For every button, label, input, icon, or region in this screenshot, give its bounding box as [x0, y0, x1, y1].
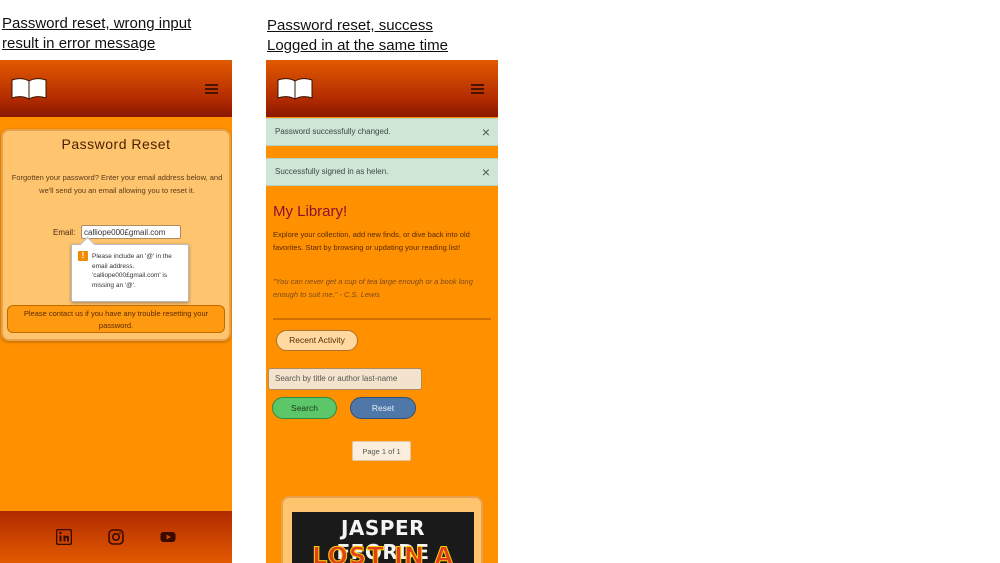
alert-password-changed: Password successfully changed. ×	[266, 118, 498, 146]
library-quote: "You can never get a cup of tea large en…	[273, 277, 473, 299]
recent-activity-button[interactable]: Recent Activity	[276, 330, 358, 351]
divider	[273, 318, 491, 320]
page-title: Password Reset	[61, 136, 171, 152]
validation-tooltip: ! Please include an '@' in the email add…	[71, 244, 189, 302]
warning-icon: !	[78, 251, 88, 261]
caption-left: Password reset, wrong input result in er…	[2, 14, 191, 54]
page-title: My Library!	[273, 203, 348, 220]
search-button[interactable]: Search	[272, 397, 337, 419]
navbar	[266, 60, 498, 117]
book-cover-image[interactable]: JASPER FFORDE LOST IN A	[292, 512, 474, 563]
contact-us-button[interactable]: Please contact us if you have any troubl…	[7, 305, 225, 333]
phone-screen-library: Password successfully changed. × Success…	[266, 60, 498, 563]
hamburger-menu-icon[interactable]	[205, 84, 218, 94]
email-label: Email:	[53, 228, 76, 237]
book-logo-icon[interactable]	[10, 76, 48, 102]
caption-line: result in error message	[2, 35, 156, 52]
book-logo-icon[interactable]	[276, 76, 314, 102]
book-card[interactable]: JASPER FFORDE LOST IN A	[281, 496, 483, 563]
cover-title: LOST IN A	[312, 542, 454, 563]
close-icon[interactable]: ×	[482, 119, 490, 145]
caption-line: Logged in at the same time	[267, 37, 448, 54]
search-input[interactable]: Search by title or author last-name	[268, 368, 422, 390]
hamburger-menu-icon[interactable]	[471, 84, 484, 94]
close-icon[interactable]: ×	[482, 159, 490, 185]
youtube-icon[interactable]	[160, 529, 176, 545]
library-intro: Explore your collection, add new finds, …	[273, 230, 470, 252]
caption-line: Password reset, wrong input	[2, 15, 192, 32]
alert-signed-in: Successfully signed in as helen. ×	[266, 158, 498, 186]
navbar	[0, 60, 232, 117]
footer	[0, 511, 232, 563]
instagram-icon[interactable]	[108, 529, 124, 545]
linkedin-icon[interactable]	[56, 529, 72, 545]
email-field[interactable]: calliope000£gmail.com	[81, 225, 181, 239]
caption-right: Password reset, success Logged in at the…	[267, 16, 448, 56]
alert-text: Successfully signed in as helen.	[275, 167, 389, 176]
reset-button[interactable]: Reset	[350, 397, 416, 419]
alert-text: Password successfully changed.	[275, 127, 391, 136]
reset-description: Forgotten your password? Enter your emai…	[11, 173, 223, 195]
page-indicator: Page 1 of 1	[352, 441, 411, 461]
caption-line: Password reset, success	[267, 17, 433, 34]
phone-screen-password-reset: Password Reset Forgotten your password? …	[0, 60, 232, 563]
tooltip-text: Please include an '@' in the email addre…	[92, 253, 172, 289]
